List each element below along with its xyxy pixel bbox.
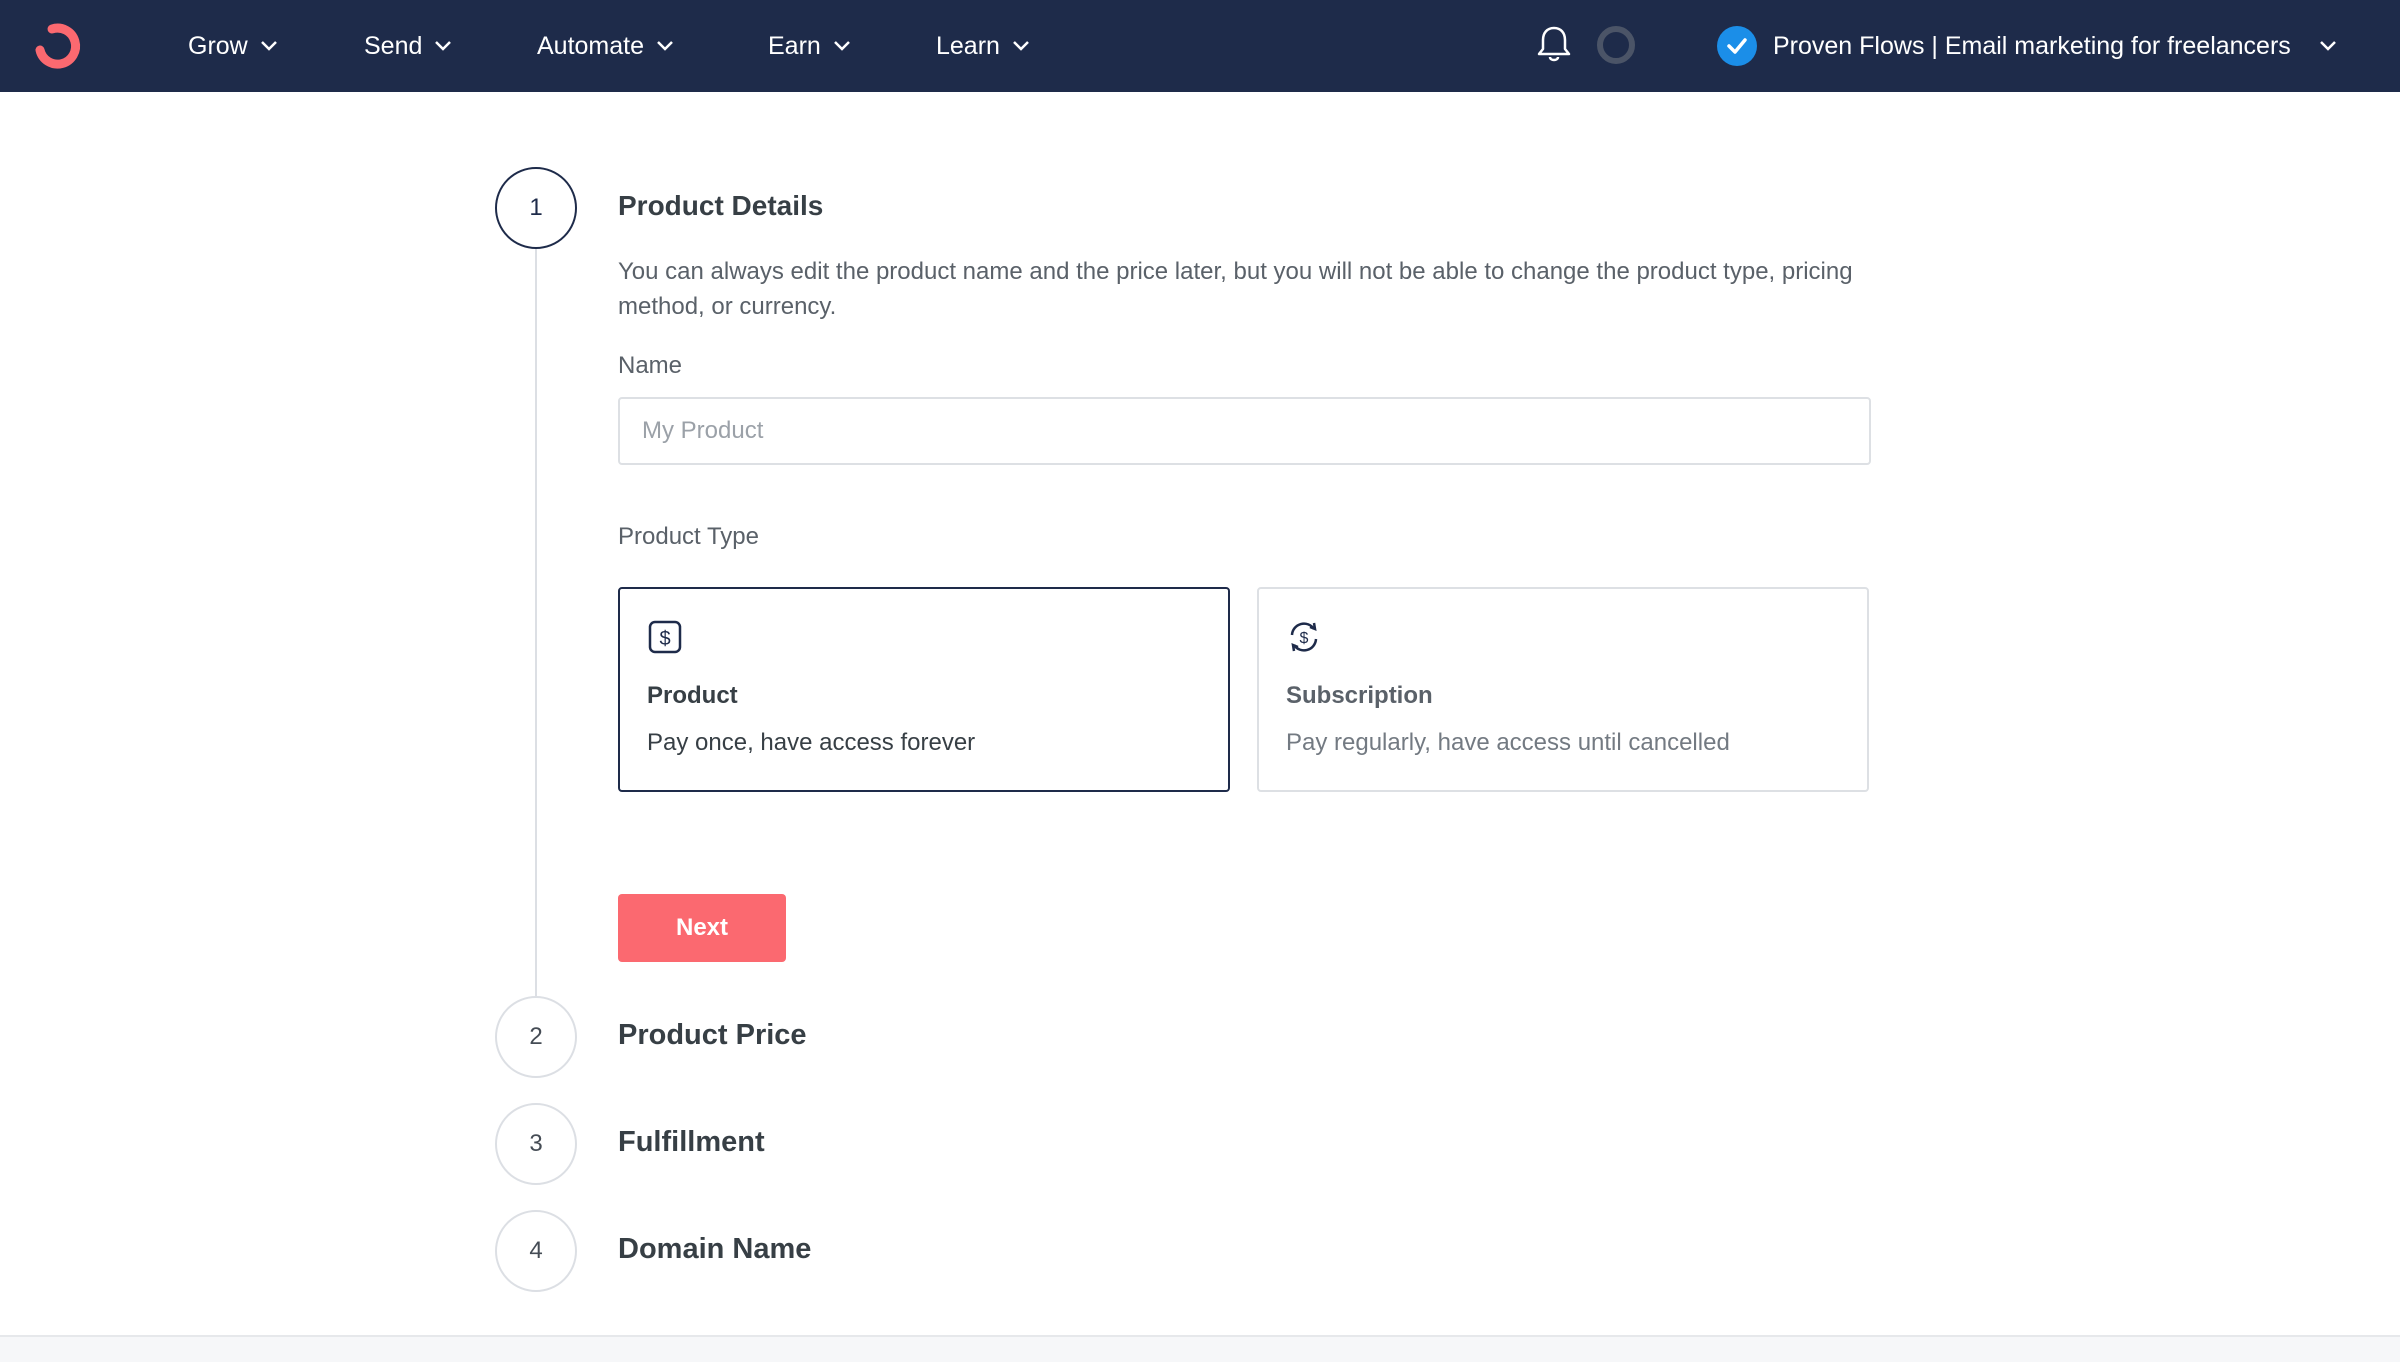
recurring-dollar-icon: $ — [1290, 622, 1318, 652]
nav-send-label: Send — [364, 31, 423, 60]
step-3-title[interactable]: Fulfillment — [618, 1126, 765, 1159]
step-2-title[interactable]: Product Price — [618, 1019, 807, 1052]
nav-grow-label: Grow — [188, 31, 248, 60]
step-1-number: 1 — [529, 194, 543, 221]
step-1-title: Product Details — [618, 190, 824, 221]
product-card-subtitle: Pay once, have access forever — [647, 729, 976, 756]
product-name-input[interactable] — [618, 397, 1871, 465]
nav-learn-label: Learn — [936, 31, 1000, 60]
check-badge-icon — [1717, 26, 1757, 66]
product-type-product-card[interactable]: $ Product Pay once, have access forever — [618, 587, 1230, 792]
name-label: Name — [618, 352, 683, 379]
chevron-down-icon — [2319, 41, 2336, 51]
bell-icon[interactable] — [1536, 24, 1572, 64]
subscription-card-title: Subscription — [1286, 682, 1433, 709]
stepper-rail — [535, 248, 537, 1034]
nav-earn[interactable]: Earn — [768, 0, 851, 92]
chevron-down-icon — [260, 41, 277, 51]
account-switcher[interactable]: Proven Flows | Email marketing for freel… — [1717, 0, 2337, 92]
top-navigation-bar: Grow Send Automate Earn Learn Proven Flo… — [0, 0, 2400, 92]
nav-learn[interactable]: Learn — [936, 0, 1030, 92]
step-3-circle[interactable]: 3 — [495, 1103, 577, 1185]
step-2-circle[interactable]: 2 — [495, 996, 577, 1078]
chevron-down-icon — [657, 41, 673, 51]
chevron-down-icon — [833, 41, 850, 51]
page-footer-strip — [0, 1335, 2400, 1362]
step-1-circle: 1 — [495, 167, 577, 249]
svg-text:$: $ — [1300, 630, 1309, 647]
chevron-down-icon — [435, 41, 452, 51]
dollar-square-icon: $ — [648, 620, 682, 654]
nav-grow[interactable]: Grow — [188, 0, 278, 92]
nav-earn-label: Earn — [768, 31, 821, 60]
status-ring-icon[interactable] — [1597, 26, 1635, 64]
svg-text:$: $ — [659, 628, 670, 650]
account-name: Proven Flows | Email marketing for freel… — [1773, 31, 2291, 60]
nav-automate[interactable]: Automate — [537, 0, 674, 92]
convertkit-logo[interactable] — [30, 20, 86, 72]
chevron-down-icon — [1013, 41, 1029, 51]
next-button[interactable]: Next — [618, 894, 786, 962]
subscription-card-subtitle: Pay regularly, have access until cancell… — [1286, 729, 1730, 756]
nav-send[interactable]: Send — [364, 0, 452, 92]
product-type-label: Product Type — [618, 523, 759, 550]
step-2-number: 2 — [529, 1023, 543, 1050]
step-3-number: 3 — [529, 1130, 543, 1157]
step-4-circle[interactable]: 4 — [495, 1210, 577, 1292]
product-type-subscription-card[interactable]: $ Subscription Pay regularly, have acces… — [1257, 587, 1869, 792]
product-card-title: Product — [647, 682, 738, 709]
nav-automate-label: Automate — [537, 31, 645, 60]
product-details-description: You can always edit the product name and… — [618, 258, 1853, 320]
step-4-title[interactable]: Domain Name — [618, 1233, 811, 1266]
step-4-number: 4 — [529, 1237, 543, 1264]
